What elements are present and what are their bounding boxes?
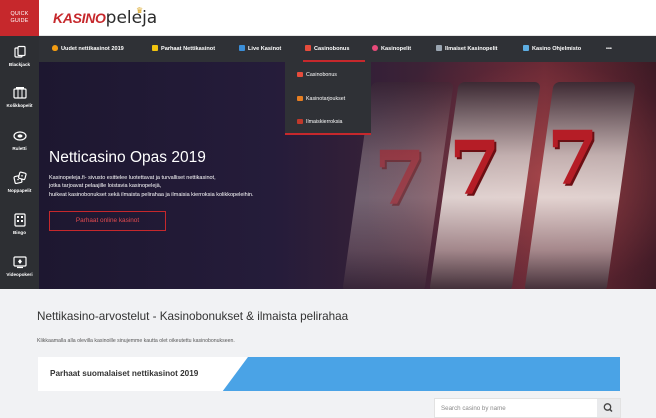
- hero-line: jotka tarjoavat pelaajille loistavia kas…: [49, 183, 162, 190]
- sidebar-item-videopoker[interactable]: Videopokeri: [0, 255, 39, 277]
- software-icon: [523, 45, 529, 51]
- dropdown-item-label: Kasinotarjoukset: [306, 96, 346, 102]
- crown-icon: ♛: [136, 6, 144, 15]
- seven-symbol-image: 7: [374, 136, 426, 222]
- chest-icon: [297, 96, 303, 101]
- hero-title: Netticasino Opas 2019: [49, 149, 206, 166]
- nav-item-best-casinos[interactable]: Parhaat Nettikasinot: [152, 36, 215, 62]
- cards-icon: [13, 45, 27, 59]
- search-icon: [603, 403, 613, 413]
- casinobonus-dropdown: Casinobonus Kasinotarjoukset Ilmaiskierr…: [285, 62, 371, 135]
- trophy-icon: [152, 45, 158, 51]
- page-subtitle: Klikkaamalla alla olevilla kasinoille si…: [37, 338, 235, 344]
- sidebar-item-label: Blackjack: [8, 62, 31, 67]
- search-input[interactable]: [441, 401, 591, 416]
- sidebar-item-dice[interactable]: Noppapelit: [0, 171, 39, 193]
- nav-item-label: Kasino Ohjelmisto: [532, 46, 582, 52]
- hero-line: huikeat kasinobonukset sekä ilmaista pel…: [49, 191, 254, 198]
- page-title: Nettikasino-arvostelut - Kasinobonukset …: [37, 310, 349, 323]
- site-header: KASINOpeleja ♛: [39, 0, 656, 36]
- nav-item-label: Live Kasinot: [248, 46, 282, 52]
- fire-icon: [52, 45, 58, 51]
- quick-guide-button[interactable]: QUICK GUIDE: [0, 0, 39, 36]
- more-icon: •••: [606, 46, 612, 52]
- nav-item-label: Uudet nettikasinot 2019: [61, 46, 124, 52]
- dropdown-item-free-spins[interactable]: Ilmaiskierroksia: [297, 119, 343, 125]
- ticket-icon: [297, 119, 303, 124]
- logo-kasino: KASINO: [53, 10, 106, 26]
- sidebar-item-label: Bingo: [12, 230, 26, 235]
- main-nav: Uudet nettikasinot 2019 Parhaat Nettikas…: [39, 36, 656, 62]
- site-logo[interactable]: KASINOpeleja ♛: [53, 6, 158, 30]
- seven-symbol-image: 7: [547, 116, 599, 202]
- roulette-icon: [12, 129, 27, 143]
- sidebar-item-bingo[interactable]: Bingo: [0, 213, 39, 235]
- slot-machine-icon: [12, 86, 27, 100]
- casino-search: [434, 398, 621, 418]
- search-button[interactable]: [597, 399, 620, 417]
- nav-item-label: Parhaat Nettikasinot: [161, 46, 216, 52]
- video-poker-icon: [12, 255, 27, 269]
- hero-line: Kasinopeleja.fi- sivusto esittelee luote…: [49, 175, 216, 181]
- chip-icon: [372, 45, 378, 51]
- game-sidebar: Blackjack Kolikkopelit Ruletti Noppapeli…: [0, 36, 39, 289]
- quick-guide-line2: GUIDE: [10, 18, 29, 24]
- dropdown-item-label: Casinobonus: [306, 72, 337, 78]
- sidebar-item-blackjack[interactable]: Blackjack: [0, 45, 39, 67]
- sidebar-item-roulette[interactable]: Ruletti: [0, 129, 39, 151]
- sidebar-item-label: Ruletti: [12, 146, 27, 151]
- dropdown-item-casinobonus[interactable]: Casinobonus: [297, 72, 337, 78]
- best-casinos-banner: Parhaat suomalaiset nettikasinot 2019: [38, 357, 620, 391]
- sidebar-item-slots[interactable]: Kolikkopelit: [0, 86, 39, 108]
- dice-icon: [12, 171, 27, 185]
- nav-item-free-games[interactable]: Ilmaiset Kasinopelit: [436, 36, 498, 62]
- gift-icon: [305, 45, 311, 51]
- hero-description: Kasinopeleja.fi- sivusto esittelee luote…: [49, 174, 309, 199]
- seven-symbol-image: 7: [449, 126, 501, 212]
- nav-item-new-casinos[interactable]: Uudet nettikasinot 2019: [52, 36, 124, 62]
- logo-peleja: peleja: [105, 8, 158, 28]
- quick-guide-line1: QUICK: [10, 11, 29, 17]
- sidebar-item-label: Videopokeri: [6, 272, 33, 277]
- controller-icon: [436, 45, 442, 51]
- banner-heading: Parhaat suomalaiset nettikasinot 2019: [50, 369, 199, 378]
- bingo-icon: [13, 213, 27, 227]
- best-online-casinos-button[interactable]: Parhaat online kasinot: [49, 211, 166, 231]
- nav-item-label: Kasinopelit: [381, 46, 412, 52]
- gift-icon: [297, 72, 303, 77]
- more-menu-button[interactable]: •••: [606, 36, 612, 62]
- nav-item-software[interactable]: Kasino Ohjelmisto: [523, 36, 581, 62]
- sidebar-item-label: Kolikkopelit: [6, 103, 33, 108]
- nav-item-live-casinos[interactable]: Live Kasinot: [239, 36, 281, 62]
- tv-icon: [239, 45, 245, 51]
- dropdown-item-offers[interactable]: Kasinotarjoukset: [297, 96, 345, 102]
- nav-item-casinobonus[interactable]: Casinobonus: [305, 36, 349, 62]
- nav-item-casino-games[interactable]: Kasinopelit: [372, 36, 411, 62]
- nav-item-label: Casinobonus: [314, 46, 350, 52]
- nav-item-label: Ilmaiset Kasinopelit: [445, 46, 498, 52]
- dropdown-item-label: Ilmaiskierroksia: [306, 119, 343, 125]
- sidebar-item-label: Noppapelit: [7, 188, 32, 193]
